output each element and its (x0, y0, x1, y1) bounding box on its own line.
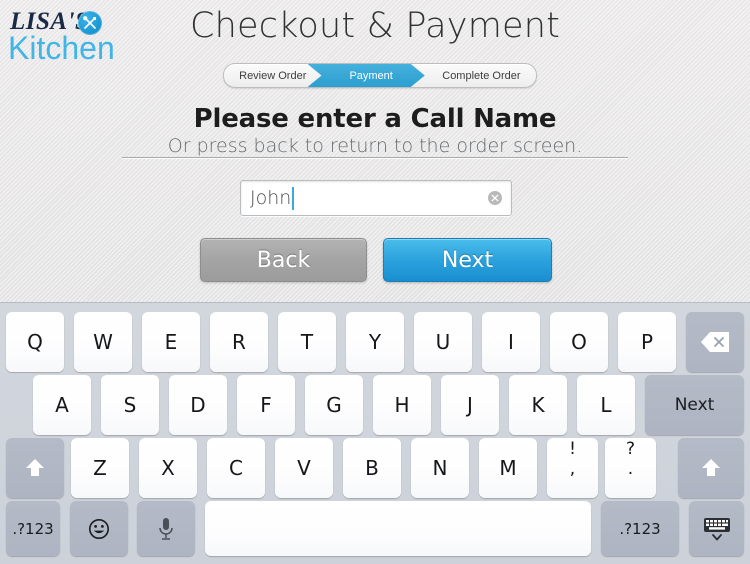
prompt-subheading: Or press back to return to the order scr… (167, 135, 583, 157)
emoji-key[interactable] (70, 501, 128, 556)
shift-key-right[interactable] (678, 438, 744, 498)
key-z[interactable]: Z (71, 438, 129, 498)
microphone-icon (156, 516, 176, 542)
key-x[interactable]: X (139, 438, 197, 498)
shift-key-left[interactable] (6, 438, 64, 498)
key-a[interactable]: A (33, 375, 91, 435)
section-divider (122, 157, 628, 158)
key-k[interactable]: K (509, 375, 567, 435)
space-key[interactable] (205, 501, 591, 556)
clear-circle-icon[interactable] (488, 191, 502, 205)
breadcrumb-step-review-order[interactable]: Review Order (224, 64, 322, 87)
key-lower-label: , (569, 459, 576, 479)
key-q[interactable]: Q (6, 312, 64, 372)
shift-up-arrow-icon (23, 456, 47, 480)
breadcrumb-step-complete-order[interactable]: Complete Order (427, 64, 536, 87)
next-button[interactable]: Next (383, 238, 552, 282)
return-next-key[interactable]: Next (645, 375, 744, 435)
prompt-heading: Please enter a Call Name (193, 104, 557, 134)
back-button[interactable]: Back (200, 238, 367, 282)
key-m[interactable]: M (479, 438, 537, 498)
hide-keyboard-key[interactable] (689, 501, 744, 556)
call-name-input-value: John (250, 187, 292, 209)
key-upper-label: ? (625, 439, 636, 459)
key-n[interactable]: N (411, 438, 469, 498)
numeric-key-left[interactable]: .?123 (6, 501, 60, 556)
key-s[interactable]: S (101, 375, 159, 435)
key-w[interactable]: W (74, 312, 132, 372)
breadcrumb-step-payment[interactable]: Payment (308, 64, 425, 87)
smiley-face-icon (87, 517, 111, 541)
key-h[interactable]: H (373, 375, 431, 435)
key-l[interactable]: L (577, 375, 635, 435)
shift-up-arrow-icon (699, 456, 723, 480)
key-lower-label: . (627, 459, 634, 479)
key-b[interactable]: B (343, 438, 401, 498)
page-title: Checkout & Payment (189, 6, 561, 46)
onscreen-keyboard: Q W E R T Y U I O P A S D F G H J K L Ne… (0, 302, 750, 564)
key-u[interactable]: U (414, 312, 472, 372)
key-f[interactable]: F (237, 375, 295, 435)
key-d[interactable]: D (169, 375, 227, 435)
key-question-period[interactable]: ? . (605, 438, 656, 498)
key-v[interactable]: V (275, 438, 333, 498)
breadcrumb: Review Order Payment Complete Order (223, 63, 537, 88)
key-j[interactable]: J (441, 375, 499, 435)
backspace-icon (700, 331, 730, 353)
key-t[interactable]: T (278, 312, 336, 372)
key-e[interactable]: E (142, 312, 200, 372)
key-i[interactable]: I (482, 312, 540, 372)
key-p[interactable]: P (618, 312, 676, 372)
key-r[interactable]: R (210, 312, 268, 372)
call-name-input[interactable]: John (240, 180, 512, 216)
breadcrumb-step-label: Payment (349, 69, 393, 82)
key-g[interactable]: G (305, 375, 363, 435)
backspace-key[interactable] (686, 312, 744, 372)
key-exclamation-comma[interactable]: ! , (547, 438, 598, 498)
key-y[interactable]: Y (346, 312, 404, 372)
breadcrumb-step-label: Review Order (239, 69, 307, 82)
numeric-key-right[interactable]: .?123 (601, 501, 679, 556)
key-c[interactable]: C (207, 438, 265, 498)
key-o[interactable]: O (550, 312, 608, 372)
breadcrumb-step-label: Complete Order (442, 69, 521, 82)
hide-keyboard-icon (702, 516, 732, 542)
text-caret (292, 187, 294, 210)
checkout-payment-screen: LISA'S Kitchen Checkout & Payment Review… (0, 0, 750, 564)
key-upper-label: ! (569, 439, 576, 459)
dictation-key[interactable] (137, 501, 195, 556)
